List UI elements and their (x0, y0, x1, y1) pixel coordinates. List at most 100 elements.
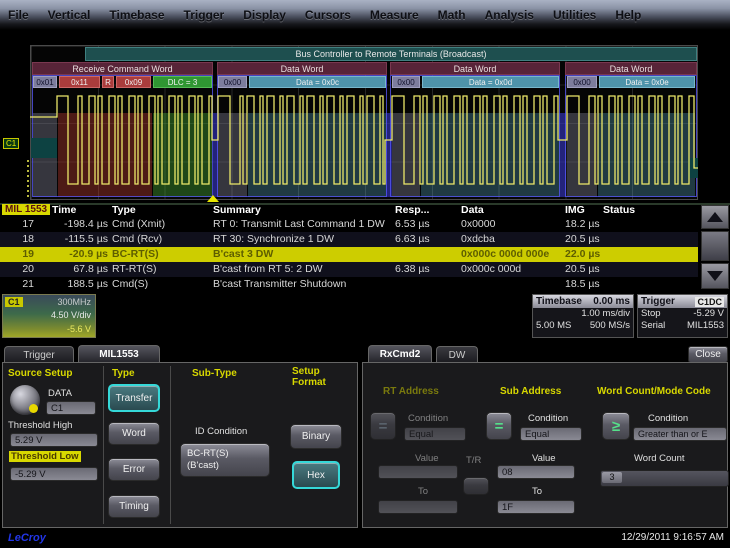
menu-item-math[interactable]: Math (438, 8, 466, 22)
gte-operator-button[interactable]: ≥ (602, 412, 630, 440)
word-count-slider[interactable]: 3 (600, 470, 729, 487)
sub-to-label: To (532, 486, 542, 497)
tab-rxcmd2[interactable]: RxCmd2 (368, 345, 432, 363)
menu-item-help[interactable]: Help (615, 8, 641, 22)
wc-condition-label: Condition (648, 413, 688, 424)
rt-to-field[interactable] (378, 500, 458, 514)
panel-divider (170, 366, 171, 524)
slider-thumb[interactable]: 3 (602, 472, 622, 483)
threshold-low-field[interactable]: -5.29 V (10, 467, 98, 481)
sub-condition-label: Condition (528, 413, 568, 424)
wc-condition-field[interactable]: Greater than or E (633, 427, 727, 441)
trigger-kind: Serial (641, 320, 665, 332)
channel-descriptor-c1[interactable]: C1 300MHz 4.50 V/div -5.6 V (2, 294, 96, 338)
format-binary-button[interactable]: Binary (290, 424, 342, 449)
type-transfer-button[interactable]: Transfer (108, 384, 160, 412)
menu-item-timebase[interactable]: Timebase (109, 8, 164, 22)
tab-trigger[interactable]: Trigger (4, 346, 74, 363)
sub-value-field[interactable]: 08 (497, 465, 575, 479)
row-data: 0x0000 (461, 218, 561, 230)
sub-to-field[interactable]: 1F (497, 500, 575, 514)
rt-condition-field[interactable]: Equal (404, 427, 466, 441)
trigger-level-dashes (27, 160, 29, 198)
source-channel-field[interactable]: C1 (46, 401, 96, 415)
tab-mil1553[interactable]: MIL1553 (78, 345, 160, 363)
setup-format-title: Setup Format (292, 366, 340, 388)
timebase-rate: 500 MS/s (590, 320, 630, 332)
data-source-label: DATA (48, 388, 72, 399)
format-hex-button[interactable]: Hex (292, 461, 340, 489)
type-word-button[interactable]: Word (108, 422, 160, 445)
sub-equal-operator-button[interactable]: = (486, 412, 512, 440)
tab-dw[interactable]: DW (436, 346, 478, 363)
tr-button[interactable] (463, 477, 489, 495)
trigger-descriptor[interactable]: Trigger C1DC Stop -5.29 V Serial MIL1553 (637, 294, 728, 338)
channel-bandwidth: 300MHz (57, 297, 91, 307)
row-type: BC-RT(S) (112, 248, 210, 260)
table-row-selected[interactable]: 19 -20.9 µs BC-RT(S) B'cast 3 DW 0x000c … (0, 247, 698, 262)
row-time: -115.5 µs (36, 233, 108, 245)
rt-value-field[interactable] (378, 465, 458, 479)
menu-item-analysis[interactable]: Analysis (485, 8, 534, 22)
row-type: RT-RT(S) (112, 263, 210, 275)
equal-icon: = (379, 418, 388, 435)
rt-equal-operator-button[interactable]: = (370, 412, 396, 440)
table-row[interactable]: 20 67.8 µs RT-RT(S) B'cast from RT 5: 2 … (0, 262, 698, 277)
decode-banner: Bus Controller to Remote Terminals (Broa… (85, 47, 697, 61)
scrollbar-thumb[interactable] (701, 231, 729, 261)
row-type: Cmd (Xmit) (112, 218, 210, 230)
id-condition-line1: BC-RT(S) (187, 448, 229, 460)
scroll-down-button[interactable] (701, 263, 729, 289)
col-header-status: Status (603, 204, 635, 216)
row-resp: 6.53 µs (395, 218, 457, 230)
wc-condition-value: Greater than or E (638, 429, 708, 439)
sub-address-title: Sub Address (500, 386, 561, 397)
signal-trace (30, 75, 698, 200)
button-label: Word (122, 428, 146, 439)
knob-dot-icon (29, 404, 38, 413)
datetime-display: 12/29/2011 9:16:57 AM (621, 532, 724, 543)
row-summary: B'cast Transmitter Shutdown (213, 278, 393, 290)
word-count-label: Word Count (634, 453, 685, 464)
threshold-low-label: Threshold Low (9, 451, 81, 462)
timebase-points: 5.00 MS (536, 320, 571, 332)
source-knob-icon[interactable] (10, 385, 40, 415)
col-header-time: Time (52, 204, 76, 216)
menu-item-display[interactable]: Display (243, 8, 286, 22)
row-type: Cmd(S) (112, 278, 210, 290)
button-label: Binary (302, 431, 330, 442)
row-img: 20.5 µs (565, 263, 610, 275)
menu-item-measure[interactable]: Measure (370, 8, 419, 22)
id-condition-button[interactable]: BC-RT(S) (B'cast) (180, 443, 270, 477)
menu-item-vertical[interactable]: Vertical (48, 8, 91, 22)
word-bar-data3: Data Word (565, 62, 697, 75)
channel-marker-c1: C1 (3, 138, 19, 149)
table-row[interactable]: 17 -198.4 µs Cmd (Xmit) RT 0: Transmit L… (0, 217, 698, 232)
menu-item-file[interactable]: File (8, 8, 29, 22)
word-bar-command: Receive Command Word (32, 62, 213, 75)
threshold-high-field[interactable]: 5.29 V (10, 433, 98, 447)
timebase-descriptor[interactable]: Timebase 0.00 ms 1.00 ms/div 5.00 MS 500… (532, 294, 634, 338)
trigger-position-marker (207, 195, 219, 202)
type-timing-button[interactable]: Timing (108, 495, 160, 518)
menu-item-cursors[interactable]: Cursors (305, 8, 351, 22)
table-row[interactable]: 18 -115.5 µs Cmd (Rcv) RT 30: Synchroniz… (0, 232, 698, 247)
close-button[interactable]: Close (688, 346, 728, 363)
scroll-up-button[interactable] (701, 205, 729, 229)
channel-vdiv: 4.50 V/div (51, 310, 91, 320)
sub-condition-field[interactable]: Equal (520, 427, 582, 441)
menu-item-utilities[interactable]: Utilities (553, 8, 596, 22)
down-arrow-icon (707, 271, 723, 281)
tab-label: RxCmd2 (380, 349, 421, 360)
type-title: Type (112, 368, 135, 379)
rt-value-label: Value (415, 453, 439, 464)
table-row[interactable]: 21 188.5 µs Cmd(S) B'cast Transmitter Sh… (0, 277, 698, 292)
type-error-button[interactable]: Error (108, 458, 160, 481)
row-time: 67.8 µs (36, 263, 108, 275)
menu-item-trigger[interactable]: Trigger (184, 8, 225, 22)
rt-condition-label: Condition (408, 413, 448, 424)
row-time: -20.9 µs (36, 248, 108, 260)
oscilloscope-screen: File Vertical Timebase Trigger Display C… (0, 0, 730, 548)
col-header-resp: Resp... (395, 204, 429, 216)
greater-equal-icon: ≥ (612, 418, 620, 435)
